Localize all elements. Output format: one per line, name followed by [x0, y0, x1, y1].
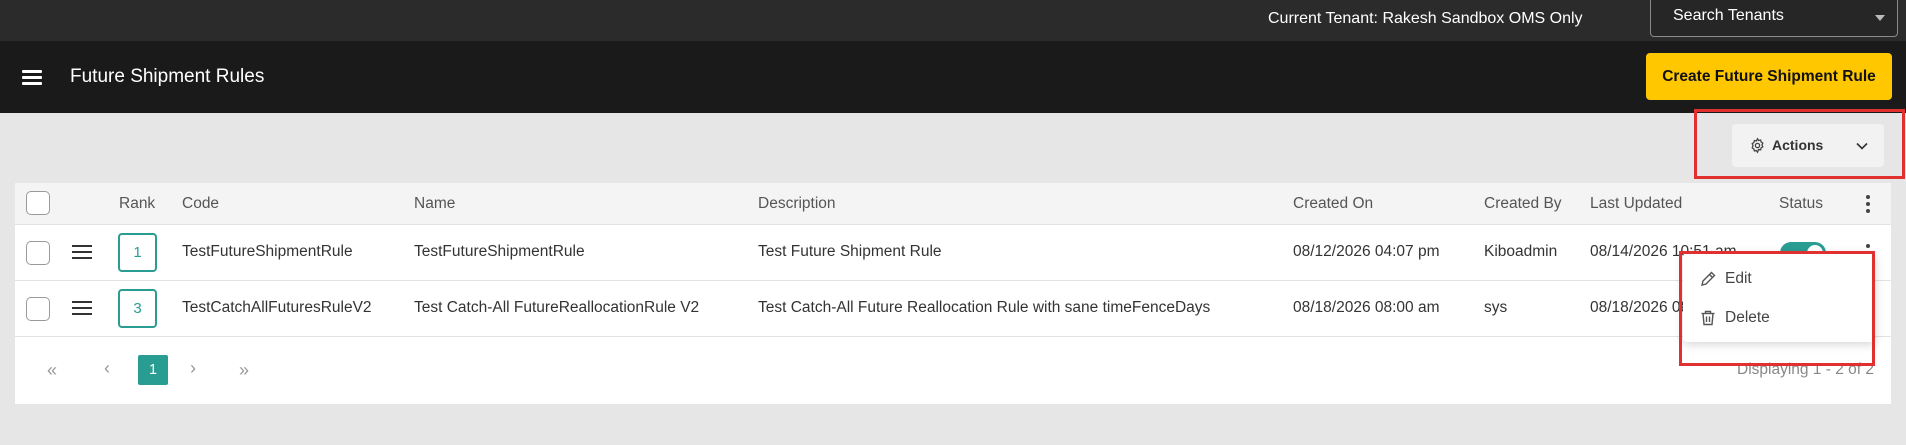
search-tenants-label: Search Tenants: [1673, 7, 1784, 24]
column-header-description[interactable]: Description: [758, 195, 836, 213]
cell-created-on: 08/12/2026 04:07 pm: [1293, 243, 1440, 260]
cell-code: TestCatchAllFuturesRuleV2: [182, 299, 372, 316]
column-header-status[interactable]: Status: [1779, 195, 1823, 213]
last-page-button[interactable]: »: [239, 359, 249, 381]
next-page-button[interactable]: ›: [190, 357, 196, 379]
cell-created-by: Kiboadmin: [1484, 243, 1558, 260]
current-page-button[interactable]: 1: [138, 355, 168, 385]
column-header-name[interactable]: Name: [414, 195, 455, 213]
caret-down-icon: [1875, 15, 1885, 21]
select-all-checkbox[interactable]: [26, 191, 50, 215]
table-row[interactable]: 3 TestCatchAllFuturesRuleV2 Test Catch-A…: [15, 281, 1891, 337]
search-tenants-dropdown[interactable]: Search Tenants: [1650, 0, 1898, 37]
rank-badge[interactable]: 3: [118, 289, 157, 328]
cell-created-on: 08/18/2026 08:00 am: [1293, 299, 1440, 316]
page-title: Future Shipment Rules: [70, 66, 265, 87]
cell-code: TestFutureShipmentRule: [182, 243, 353, 260]
highlight-box-actions: [1694, 109, 1905, 179]
tenant-bar: Current Tenant: Rakesh Sandbox OMS Only …: [0, 0, 1906, 41]
cell-name: Test Catch-All FutureReallocationRule V2: [414, 299, 700, 316]
table-row[interactable]: 1 TestFutureShipmentRule TestFutureShipm…: [15, 225, 1891, 281]
current-tenant-label: Current Tenant: Rakesh Sandbox OMS Only: [1268, 10, 1583, 27]
rank-badge[interactable]: 1: [118, 233, 157, 272]
highlight-box-menu: [1679, 251, 1875, 366]
table-header: Rank Code Name Description Created On Cr…: [15, 183, 1891, 225]
column-header-created-by[interactable]: Created By: [1484, 195, 1562, 213]
column-header-code[interactable]: Code: [182, 195, 219, 213]
cell-created-by: sys: [1484, 299, 1508, 316]
column-header-created-on[interactable]: Created On: [1293, 195, 1373, 213]
rules-table: Rank Code Name Description Created On Cr…: [15, 183, 1891, 404]
cell-description: Test Catch-All Future Reallocation Rule …: [758, 299, 1211, 316]
drag-handle-icon[interactable]: [72, 245, 92, 261]
column-header-last-updated[interactable]: Last Updated: [1590, 195, 1682, 213]
first-page-button[interactable]: «: [47, 359, 57, 381]
column-options-kebab-icon[interactable]: [1865, 194, 1871, 214]
cell-name: TestFutureShipmentRule: [414, 243, 585, 260]
hamburger-menu-icon[interactable]: [22, 68, 42, 86]
create-future-shipment-rule-button[interactable]: Create Future Shipment Rule: [1646, 53, 1892, 100]
row-checkbox[interactable]: [26, 241, 50, 265]
page-header: Future Shipment Rules Create Future Ship…: [0, 41, 1906, 113]
column-header-rank[interactable]: Rank: [119, 195, 155, 213]
previous-page-button[interactable]: ‹: [104, 357, 110, 379]
cell-description: Test Future Shipment Rule: [758, 243, 942, 260]
row-checkbox[interactable]: [26, 297, 50, 321]
drag-handle-icon[interactable]: [72, 301, 92, 317]
